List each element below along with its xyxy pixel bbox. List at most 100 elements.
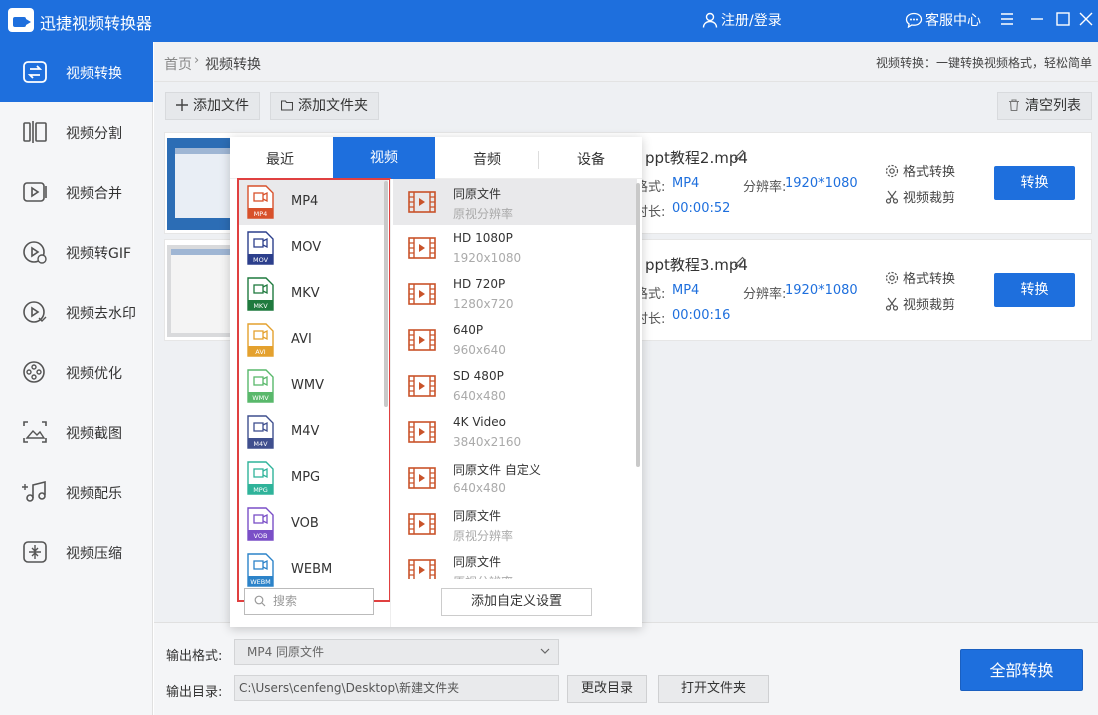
format-item-mpg[interactable]: MPG MPG <box>238 455 388 501</box>
edit-icon[interactable] <box>734 149 746 161</box>
video-cut-label: 视频裁剪 <box>903 298 956 313</box>
trash-icon <box>1009 99 1019 111</box>
file-name: ppt教程2.mp4 <box>645 149 748 167</box>
preset-resolution: 原视分辨率 <box>453 573 513 579</box>
format-convert-link[interactable]: 格式转换 <box>885 268 955 287</box>
preset-resolution: 640x480 <box>453 481 506 495</box>
sidebar-item-label: 视频截图 <box>66 426 122 442</box>
format-item-wmv[interactable]: WMV WMV <box>238 363 388 409</box>
login-link[interactable]: 注册/登录 <box>702 10 782 30</box>
format-list: MP4 MP4 MOV MOV MKV MKV AVI AVI WMV WMV M4V M4V MPG M… <box>238 179 390 595</box>
sidebar-item-video-optimize[interactable]: 视频优化 <box>0 342 153 402</box>
preset-name: 640P <box>453 323 484 337</box>
format-search-input[interactable]: 搜索 <box>244 588 374 615</box>
sidebar-item-remove-watermark[interactable]: 视频去水印 <box>0 282 153 342</box>
tab-recent[interactable]: 最近 <box>230 137 330 179</box>
search-icon <box>254 595 266 607</box>
format-item-webm[interactable]: WEBM WEBM <box>238 547 388 593</box>
open-folder-button[interactable]: 打开文件夹 <box>658 675 769 703</box>
video-cut-label: 视频裁剪 <box>903 191 956 206</box>
preset-name: SD 480P <box>453 369 504 383</box>
format-name: M4V <box>291 424 320 439</box>
preset-list-scrollbar[interactable] <box>636 183 640 467</box>
preset-item[interactable]: 同原文件 自定义 640x480 <box>393 455 637 501</box>
sidebar-item-video-split[interactable]: 视频分割 <box>0 102 153 162</box>
format-name: MKV <box>291 286 320 301</box>
preset-item[interactable]: 640P 960x640 <box>393 317 637 363</box>
sidebar-item-video-screenshot[interactable]: 视频截图 <box>0 402 153 462</box>
preset-item[interactable]: 同原文件原视分辨率 <box>393 547 637 579</box>
format-name: MOV <box>291 240 322 255</box>
film-icon <box>408 237 436 259</box>
breadcrumb-current: 视频转换 <box>205 57 261 73</box>
menu-icon[interactable] <box>998 10 1016 28</box>
preset-list: 同原文件 原视分辨率 HD 1080P 1920x1080 HD 720P 1280x72… <box>393 179 637 579</box>
folder-icon <box>281 100 293 111</box>
scissors-icon <box>885 297 899 311</box>
preset-item[interactable]: SD 480P 640x480 <box>393 363 637 409</box>
breadcrumb-home[interactable]: 首页 <box>164 54 192 74</box>
preset-item[interactable]: HD 1080P 1920x1080 <box>393 225 637 271</box>
format-name: AVI <box>291 332 312 347</box>
preset-item[interactable]: 同原文件原视分辨率 <box>393 501 637 547</box>
format-name: WEBM <box>291 562 333 577</box>
user-icon <box>702 12 718 28</box>
sidebar-item-video-convert[interactable]: 视频转换 <box>0 42 153 102</box>
video-cut-link[interactable]: 视频裁剪 <box>885 294 955 313</box>
sidebar-item-video-compress[interactable]: 视频压缩 <box>0 522 153 582</box>
format-value: MP4 <box>672 283 700 298</box>
sidebar-item-video-music[interactable]: 视频配乐 <box>0 462 153 522</box>
tab-device[interactable]: 设备 <box>540 137 642 179</box>
sidebar-item-label: 视频优化 <box>66 366 122 382</box>
preset-item[interactable]: 同原文件原视分辨率 <box>393 179 637 225</box>
customer-service-link[interactable]: 客服中心 <box>905 10 981 30</box>
change-dir-button[interactable]: 更改目录 <box>567 675 647 703</box>
convert-button[interactable]: 转换 <box>994 273 1075 307</box>
output-format-select[interactable]: MP4 同原文件 <box>234 639 559 665</box>
add-file-button[interactable]: 添加文件 <box>165 92 260 120</box>
popup-divider <box>390 179 391 627</box>
format-convert-label: 格式转换 <box>903 165 956 180</box>
scissors-icon <box>885 190 899 204</box>
clear-list-button[interactable]: 清空列表 <box>997 92 1092 120</box>
add-custom-setting-button[interactable]: 添加自定义设置 <box>441 588 592 616</box>
close-icon[interactable] <box>1077 10 1095 28</box>
preset-resolution: 3840x2160 <box>453 435 522 449</box>
format-item-mkv[interactable]: MKV MKV <box>238 271 388 317</box>
video-file-icon: WEBM <box>247 553 274 587</box>
service-label: 客服中心 <box>925 13 981 29</box>
format-item-mov[interactable]: MOV MOV <box>238 225 388 271</box>
film-icon <box>408 559 436 579</box>
tab-video[interactable]: 视频 <box>333 137 435 179</box>
sidebar-item-label: 视频转GIF <box>66 246 132 262</box>
video-cut-link[interactable]: 视频裁剪 <box>885 187 955 206</box>
format-badge-text: VOB <box>254 532 268 540</box>
minimize-icon[interactable] <box>1028 10 1046 28</box>
video-file-icon: WMV <box>247 369 274 403</box>
format-item-avi[interactable]: AVI AVI <box>238 317 388 363</box>
output-dir-field[interactable]: C:\Users\cenfeng\Desktop\新建文件夹 <box>234 675 559 701</box>
format-convert-link[interactable]: 格式转换 <box>885 161 955 180</box>
film-icon <box>408 421 436 443</box>
format-item-mp4[interactable]: MP4 MP4 <box>238 179 388 225</box>
page-tagline: 视频转换：一键转换视频格式，轻松简单 <box>875 56 1092 70</box>
format-item-vob[interactable]: VOB VOB <box>238 501 388 547</box>
format-badge-text: AVI <box>255 348 265 356</box>
edit-icon[interactable] <box>734 256 746 268</box>
convert-all-button[interactable]: 全部转换 <box>960 649 1083 691</box>
format-badge-text: M4V <box>253 440 268 448</box>
format-item-m4v[interactable]: M4V M4V <box>238 409 388 455</box>
format-badge-text: WMV <box>252 394 269 402</box>
convert-button[interactable]: 转换 <box>994 166 1075 200</box>
maximize-icon[interactable] <box>1054 10 1072 28</box>
preset-item[interactable]: 4K Video 3840x2160 <box>393 409 637 455</box>
preset-item[interactable]: HD 720P 1280x720 <box>393 271 637 317</box>
format-list-scrollbar[interactable] <box>384 181 388 407</box>
sidebar-item-video-to-gif[interactable]: 视频转GIF <box>0 222 153 282</box>
preset-name: HD 1080P <box>453 231 513 245</box>
add-folder-button[interactable]: 添加文件夹 <box>270 92 379 120</box>
sidebar: 视频转换 视频分割 视频合并 视频转GIF 视频去水印 视频优化 视频截图 视频… <box>0 42 153 715</box>
tab-audio[interactable]: 音频 <box>437 137 537 179</box>
sidebar-item-video-merge[interactable]: 视频合并 <box>0 162 153 222</box>
video-file-icon: M4V <box>247 415 274 449</box>
